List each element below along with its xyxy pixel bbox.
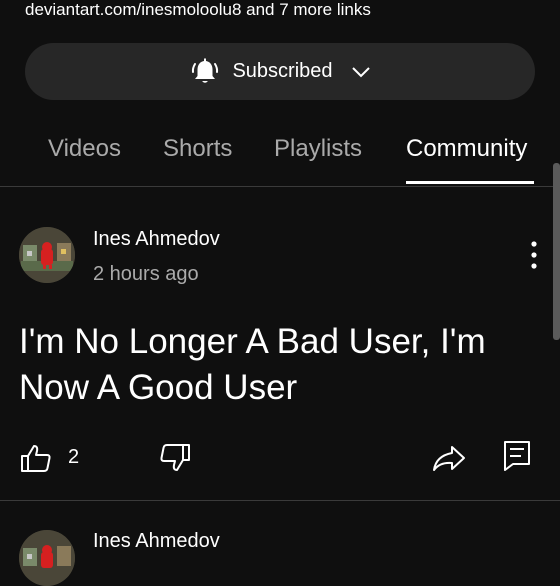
active-tab-indicator bbox=[406, 181, 534, 184]
comment-icon[interactable] bbox=[503, 440, 531, 472]
subscribed-label: Subscribed bbox=[232, 60, 333, 82]
dislike-icon[interactable] bbox=[159, 443, 191, 473]
post-author[interactable]: Ines Ahmedov bbox=[93, 228, 220, 251]
avatar-image bbox=[19, 530, 75, 586]
chevron-down-icon bbox=[351, 66, 370, 77]
avatar[interactable] bbox=[19, 227, 75, 283]
post-author[interactable]: Ines Ahmedov bbox=[93, 530, 220, 553]
post-text: I'm No Longer A Bad User, I'm Now A Good… bbox=[19, 322, 486, 407]
share-icon[interactable] bbox=[432, 443, 466, 473]
tabs-divider bbox=[0, 186, 560, 187]
channel-links[interactable]: deviantart.com/inesmoloolu8 and 7 more l… bbox=[25, 0, 371, 20]
more-options-icon[interactable] bbox=[522, 238, 546, 272]
tab-community[interactable]: Community bbox=[406, 135, 527, 163]
avatar[interactable] bbox=[19, 530, 75, 586]
post-divider bbox=[0, 500, 560, 501]
channel-tabs: Videos Shorts Playlists Community bbox=[0, 128, 560, 186]
scrollbar[interactable] bbox=[553, 163, 560, 340]
notification-bell-icon bbox=[192, 58, 219, 83]
subscribed-button[interactable]: Subscribed bbox=[25, 43, 535, 100]
tab-shorts[interactable]: Shorts bbox=[163, 135, 232, 163]
tab-playlists[interactable]: Playlists bbox=[274, 135, 362, 163]
avatar-image bbox=[19, 227, 75, 283]
tab-videos[interactable]: Videos bbox=[48, 135, 121, 163]
post-time: 2 hours ago bbox=[93, 263, 199, 285]
like-icon[interactable] bbox=[20, 443, 52, 473]
like-count: 2 bbox=[68, 446, 80, 468]
